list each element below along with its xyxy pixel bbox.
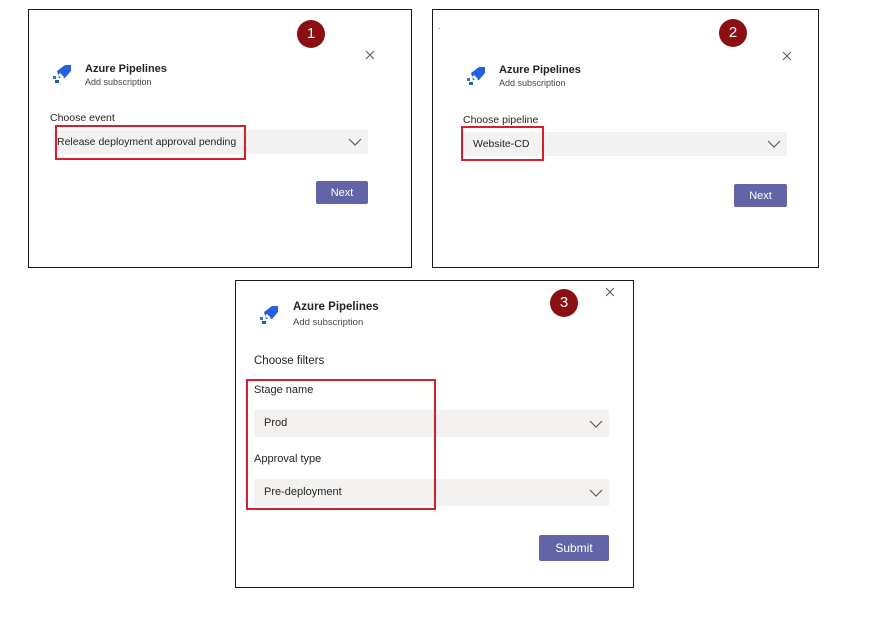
next-button[interactable]: Next <box>316 181 368 204</box>
azure-pipelines-logo-icon <box>467 67 485 85</box>
app-subtitle: Add subscription <box>499 78 566 88</box>
step-badge: 3 <box>550 289 578 317</box>
event-dropdown-value: Release deployment approval pending <box>57 136 237 148</box>
event-dropdown[interactable]: Release deployment approval pending <box>53 130 368 154</box>
stage-name-value: Prod <box>264 417 288 429</box>
chevron-down-icon <box>589 489 603 497</box>
azure-pipelines-logo-icon <box>260 306 278 324</box>
close-icon[interactable] <box>603 285 617 299</box>
chevron-down-icon <box>348 138 362 146</box>
dialog-step-3: 3 Azure Pipelines Add subscription Choos… <box>235 280 634 588</box>
stage-name-dropdown[interactable]: Prod <box>254 410 609 437</box>
app-title: Azure Pipelines <box>85 63 167 75</box>
dialog-step-1: 1 Azure Pipelines Add subscription Choos… <box>28 9 412 268</box>
app-title: Azure Pipelines <box>293 301 379 313</box>
approval-type-dropdown[interactable]: Pre-deployment <box>254 479 609 506</box>
app-subtitle: Add subscription <box>85 77 152 87</box>
pipeline-dropdown-value: Website-CD <box>473 138 530 150</box>
chevron-down-icon <box>767 140 781 148</box>
section-title: Choose filters <box>254 355 325 367</box>
next-button[interactable]: Next <box>734 184 787 207</box>
submit-button[interactable]: Submit <box>539 535 609 561</box>
app-subtitle: Add subscription <box>293 317 364 328</box>
step-badge: 1 <box>297 20 325 48</box>
dot <box>439 28 440 29</box>
choose-pipeline-label: Choose pipeline <box>463 114 539 126</box>
app-title: Azure Pipelines <box>499 64 581 76</box>
pipeline-dropdown[interactable]: Website-CD <box>463 132 787 156</box>
choose-event-label: Choose event <box>50 112 115 124</box>
close-icon[interactable] <box>780 49 794 63</box>
close-icon[interactable] <box>363 48 377 62</box>
stage-name-label: Stage name <box>254 384 314 396</box>
azure-pipelines-logo-icon <box>53 65 71 83</box>
step-badge: 2 <box>719 19 747 47</box>
approval-type-label: Approval type <box>254 453 322 465</box>
chevron-down-icon <box>589 420 603 428</box>
dialog-step-2: 2 Azure Pipelines Add subscription Choos… <box>432 9 819 268</box>
approval-type-value: Pre-deployment <box>264 486 342 498</box>
